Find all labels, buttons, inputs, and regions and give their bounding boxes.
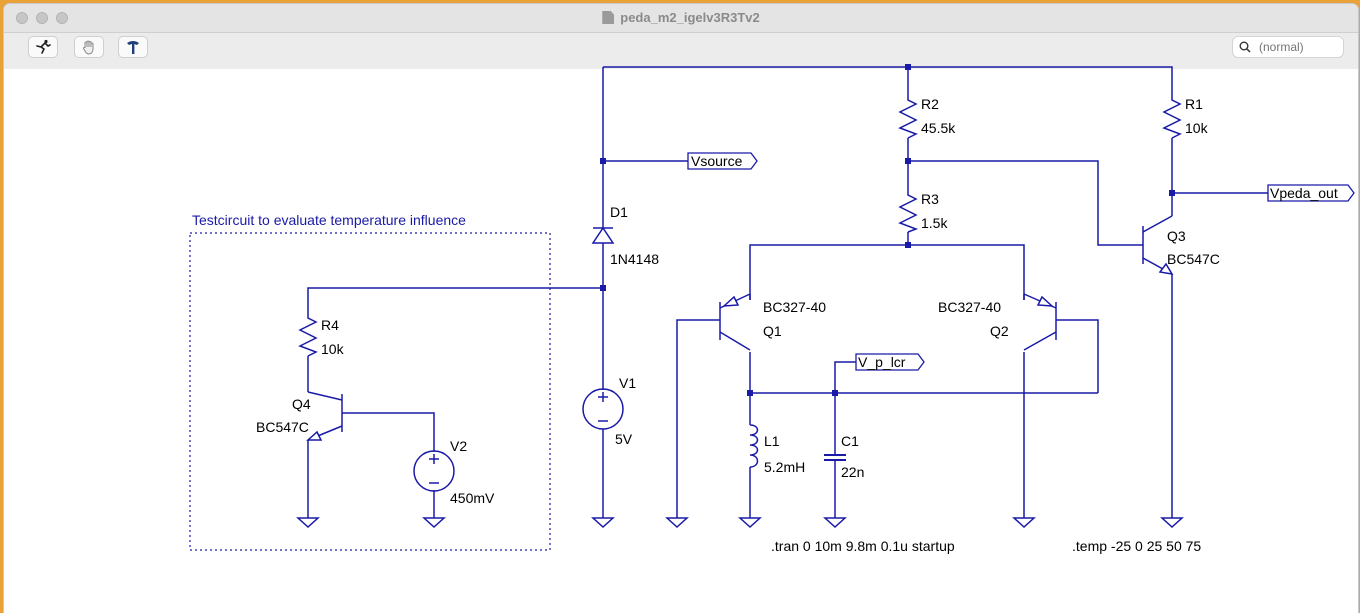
schematic-canvas[interactable]: Vsource Vpeda_out V_p_lcr Testcircuit to…	[0, 0, 1360, 613]
d1-name[interactable]: D1	[610, 204, 628, 220]
q2-transistor	[1023, 293, 1057, 351]
v1-value[interactable]: 5V	[615, 431, 633, 447]
q1-name[interactable]: Q1	[763, 323, 782, 339]
r2-name[interactable]: R2	[921, 96, 939, 112]
testcircuit-box	[189, 232, 551, 551]
q4-name[interactable]: Q4	[292, 396, 311, 412]
v1-source	[582, 388, 624, 430]
r2-resistor	[898, 96, 918, 139]
d1-value[interactable]: 1N4148	[610, 251, 659, 267]
q3-name[interactable]: Q3	[1167, 228, 1186, 244]
ground-symbols	[296, 517, 1184, 529]
r4-resistor	[298, 314, 318, 357]
q3-model[interactable]: BC547C	[1167, 251, 1220, 267]
c1-name[interactable]: C1	[841, 433, 859, 449]
q1-transistor	[719, 293, 751, 351]
q1-model[interactable]: BC327-40	[763, 299, 826, 315]
r3-name[interactable]: R3	[921, 191, 939, 207]
vpeda-out-label[interactable]: Vpeda_out	[1270, 185, 1338, 201]
q4-model[interactable]: BC547C	[256, 419, 309, 435]
net-flags	[687, 152, 1355, 371]
r1-name[interactable]: R1	[1185, 96, 1203, 112]
l1-value[interactable]: 5.2mH	[764, 459, 805, 475]
vsource-label[interactable]: Vsource	[691, 153, 743, 169]
c1-capacitor	[824, 454, 846, 461]
tran-directive[interactable]: .tran 0 10m 9.8m 0.1u startup	[771, 538, 955, 554]
r1-resistor	[1162, 96, 1182, 139]
temp-directive[interactable]: .temp -25 0 25 50 75	[1072, 538, 1201, 554]
l1-name[interactable]: L1	[764, 433, 780, 449]
d1-diode	[591, 226, 615, 244]
testcircuit-box-label[interactable]: Testcircuit to evaluate temperature infl…	[192, 212, 466, 228]
v2-source	[413, 450, 455, 492]
r3-value[interactable]: 1.5k	[921, 215, 948, 231]
junction-dots	[600, 64, 1175, 396]
r2-value[interactable]: 45.5k	[921, 120, 956, 136]
r4-value[interactable]: 10k	[321, 341, 345, 357]
q2-name[interactable]: Q2	[990, 323, 1009, 339]
v-p-lcr-label[interactable]: V_p_lcr	[858, 354, 906, 370]
v1-name[interactable]: V1	[619, 375, 636, 391]
q2-model[interactable]: BC327-40	[938, 299, 1001, 315]
v2-name[interactable]: V2	[450, 438, 467, 454]
r1-value[interactable]: 10k	[1185, 120, 1209, 136]
v2-value[interactable]: 450mV	[450, 490, 495, 506]
l1-inductor	[749, 424, 759, 468]
r3-resistor	[898, 192, 919, 233]
c1-value[interactable]: 22n	[841, 464, 864, 480]
r4-name[interactable]: R4	[321, 317, 339, 333]
q4-transistor	[306, 391, 343, 441]
